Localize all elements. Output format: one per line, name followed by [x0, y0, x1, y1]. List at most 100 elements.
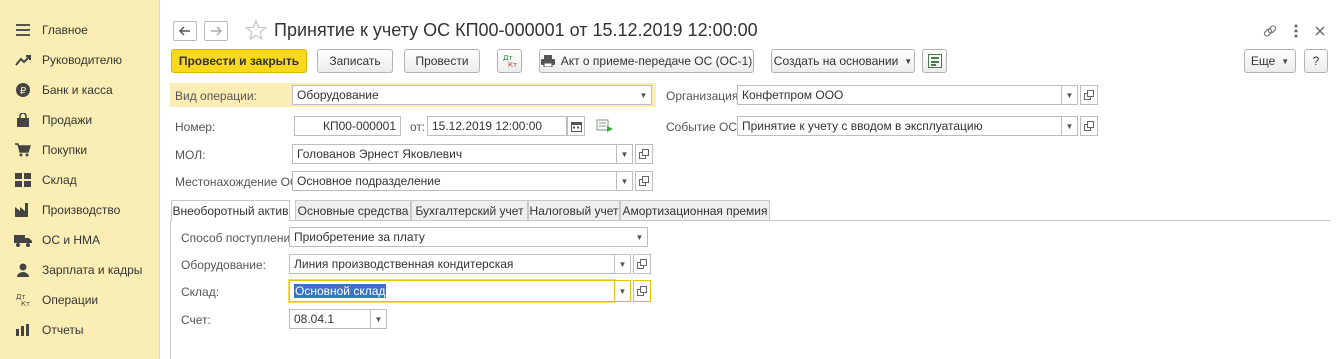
sidebar-item-label: Операции — [42, 293, 99, 307]
dt-kt-icon: ДтКт — [14, 291, 32, 309]
receipt-method-field[interactable]: Приобретение за плату — [289, 227, 634, 247]
sidebar-item-production[interactable]: Производство — [0, 195, 160, 225]
tab-tax-accounting[interactable]: Налоговый учет — [528, 200, 620, 220]
dt-kt-button[interactable]: Дт Кт — [497, 49, 522, 73]
structure-button[interactable] — [922, 49, 947, 73]
tab-depreciation-bonus[interactable]: Амортизационная премия — [620, 200, 770, 220]
event-open-button[interactable] — [1080, 116, 1098, 136]
dt-kt-icon: ДтКт — [503, 54, 517, 68]
number-field[interactable]: КП00-000001 — [294, 116, 401, 136]
equipment-open-button[interactable] — [633, 254, 651, 274]
sidebar-item-fixed-assets[interactable]: ОС и НМА — [0, 225, 160, 255]
sidebar-item-main[interactable]: Главное — [0, 15, 160, 45]
structure-icon — [927, 54, 942, 68]
person-icon — [14, 261, 32, 279]
sidebar-item-salary[interactable]: Зарплата и кадры — [0, 255, 160, 285]
truck-icon — [14, 231, 32, 249]
chevron-down-icon: ▼ — [904, 56, 913, 66]
sidebar-item-manager[interactable]: Руководителю — [0, 45, 160, 75]
svg-text:₽: ₽ — [20, 86, 27, 97]
bag-icon — [14, 111, 32, 129]
favorite-star-icon[interactable] — [244, 19, 268, 41]
operation-field[interactable]: Оборудование — [292, 85, 638, 105]
receipt-method-label: Способ поступления: — [181, 231, 300, 245]
number-label: Номер: — [175, 120, 216, 134]
sidebar-item-sales[interactable]: Продажи — [0, 105, 160, 135]
more-label: Еще — [1250, 54, 1276, 68]
printer-icon — [540, 55, 555, 67]
print-act-label: Акт о приеме-передаче ОС (ОС-1) — [560, 54, 753, 68]
organization-field[interactable]: Конфетпром ООО — [737, 85, 1062, 105]
open-icon — [1084, 90, 1094, 100]
operation-label: Вид операции: — [175, 89, 257, 103]
arrow-left-icon — [179, 26, 190, 36]
menu-icon — [14, 21, 32, 39]
organization-dropdown-button[interactable]: ▼ — [1062, 85, 1078, 105]
warehouse-dropdown-button[interactable]: ▼ — [615, 280, 631, 302]
sidebar-item-label: ОС и НМА — [42, 233, 101, 247]
warehouse-open-button[interactable] — [633, 280, 651, 302]
equipment-field[interactable]: Линия производственная кондитерская — [289, 254, 615, 274]
forward-button[interactable] — [204, 21, 228, 41]
close-icon[interactable] — [1312, 23, 1328, 39]
sidebar-item-label: Покупки — [42, 143, 88, 157]
svg-text:Кт: Кт — [508, 61, 517, 68]
post-and-close-button[interactable]: Провести и закрыть — [171, 49, 307, 73]
sidebar-item-bank[interactable]: ₽ Банк и касса — [0, 75, 160, 105]
location-dropdown-button[interactable]: ▼ — [617, 171, 633, 191]
page-title: Принятие к учету ОС КП00-000001 от 15.12… — [274, 20, 758, 40]
save-button[interactable]: Записать — [317, 49, 393, 73]
warehouse-value: Основной склад — [294, 284, 387, 298]
factory-icon — [14, 201, 32, 219]
print-act-button[interactable]: Акт о приеме-передаче ОС (ОС-1) — [539, 49, 754, 73]
tab-accounting[interactable]: Бухгалтерский учет — [411, 200, 528, 220]
event-dropdown-button[interactable]: ▼ — [1062, 116, 1078, 136]
warehouse-label: Склад: — [181, 285, 220, 299]
tab-noncurrent-asset[interactable]: Внеоборотный актив — [171, 200, 290, 221]
location-open-button[interactable] — [635, 171, 653, 191]
open-icon — [639, 149, 649, 159]
link-icon[interactable] — [1262, 23, 1278, 39]
sidebar-item-label: Склад — [42, 173, 77, 187]
warehouse-field[interactable]: Основной склад — [289, 280, 615, 302]
organization-open-button[interactable] — [1080, 85, 1098, 105]
account-field[interactable]: 08.04.1 — [289, 309, 371, 329]
operation-dropdown-button[interactable]: ▼ — [636, 85, 652, 105]
sidebar-item-warehouse[interactable]: Склад — [0, 165, 160, 195]
tab-fixed-assets[interactable]: Основные средства — [295, 200, 411, 220]
help-button[interactable]: ? — [1304, 49, 1328, 73]
calendar-button[interactable] — [567, 116, 585, 136]
cart-icon — [14, 141, 32, 159]
account-dropdown-button[interactable]: ▼ — [371, 309, 387, 329]
mol-open-button[interactable] — [635, 144, 653, 164]
more-vertical-icon[interactable] — [1288, 23, 1304, 39]
open-icon — [639, 176, 649, 186]
equipment-dropdown-button[interactable]: ▼ — [615, 254, 631, 274]
open-icon — [637, 286, 647, 296]
location-label: Местонахождение ОС: — [175, 175, 302, 189]
sidebar-item-reports[interactable]: Отчеты — [0, 315, 160, 345]
mol-field[interactable]: Голованов Эрнест Яковлевич — [292, 144, 617, 164]
open-icon — [637, 259, 647, 269]
more-button[interactable]: Еще ▼ — [1244, 49, 1296, 73]
account-label: Счет: — [181, 313, 211, 327]
calendar-icon — [570, 121, 582, 132]
sidebar-item-operations[interactable]: Дт Кт Операции — [0, 285, 160, 315]
sidebar-item-label: Отчеты — [42, 323, 84, 337]
post-button[interactable]: Провести — [404, 49, 480, 73]
event-field[interactable]: Принятие к учету с вводом в эксплуатацию — [737, 116, 1062, 136]
mol-dropdown-button[interactable]: ▼ — [617, 144, 633, 164]
date-field[interactable]: 15.12.2019 12:00:00 — [427, 116, 567, 136]
organization-label: Организация: — [666, 89, 742, 103]
back-button[interactable] — [173, 21, 197, 41]
sidebar-item-label: Производство — [42, 203, 121, 217]
location-field[interactable]: Основное подразделение — [292, 171, 617, 191]
create-based-on-label: Создать на основании — [773, 54, 899, 68]
sidebar-item-label: Банк и касса — [42, 83, 113, 97]
create-based-on-button[interactable]: Создать на основании ▼ — [771, 49, 915, 73]
receipt-method-dropdown-button[interactable]: ▼ — [632, 227, 648, 247]
sidebar-item-label: Главное — [42, 23, 88, 37]
sidebar-item-purchases[interactable]: Покупки — [0, 135, 160, 165]
document-status-icon[interactable] — [596, 119, 614, 133]
date-label: от: — [410, 120, 426, 134]
